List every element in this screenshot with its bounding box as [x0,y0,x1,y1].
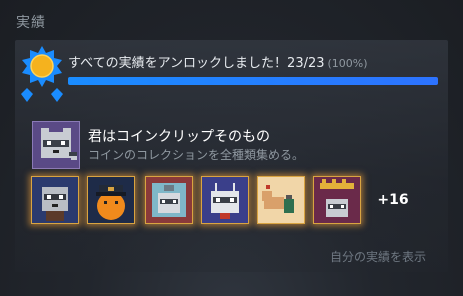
raccoon-trash-icon[interactable] [145,176,193,224]
orange-police-icon[interactable] [87,176,135,224]
more-achievements-count[interactable]: +16 [373,183,413,217]
featured-achievement-description: コインのコレクションを全種類集める。 [88,148,305,162]
raccoon-portrait-icon[interactable] [31,176,79,224]
section-title: 実績 [16,15,46,31]
arm-potion-icon[interactable] [257,176,305,224]
progress-label: すべての実績をアンロックしました！23/23 [68,56,325,71]
raccoon-crown-icon[interactable] [313,176,361,224]
featured-achievement-title: 君はコインクリップそのもの [88,129,270,145]
progress-bar-fill [68,77,438,85]
progress-summary: すべての実績をアンロックしました！23/23 (100%) [68,52,368,71]
raccoon-avatar-icon[interactable] [32,121,80,169]
progress-percent: (100%) [327,57,368,70]
completion-badge-icon [19,44,65,112]
view-my-achievements-link[interactable]: 自分の実績を表示 [330,248,426,265]
robot-raccoon-icon[interactable] [201,176,249,224]
progress-bar [68,77,438,85]
